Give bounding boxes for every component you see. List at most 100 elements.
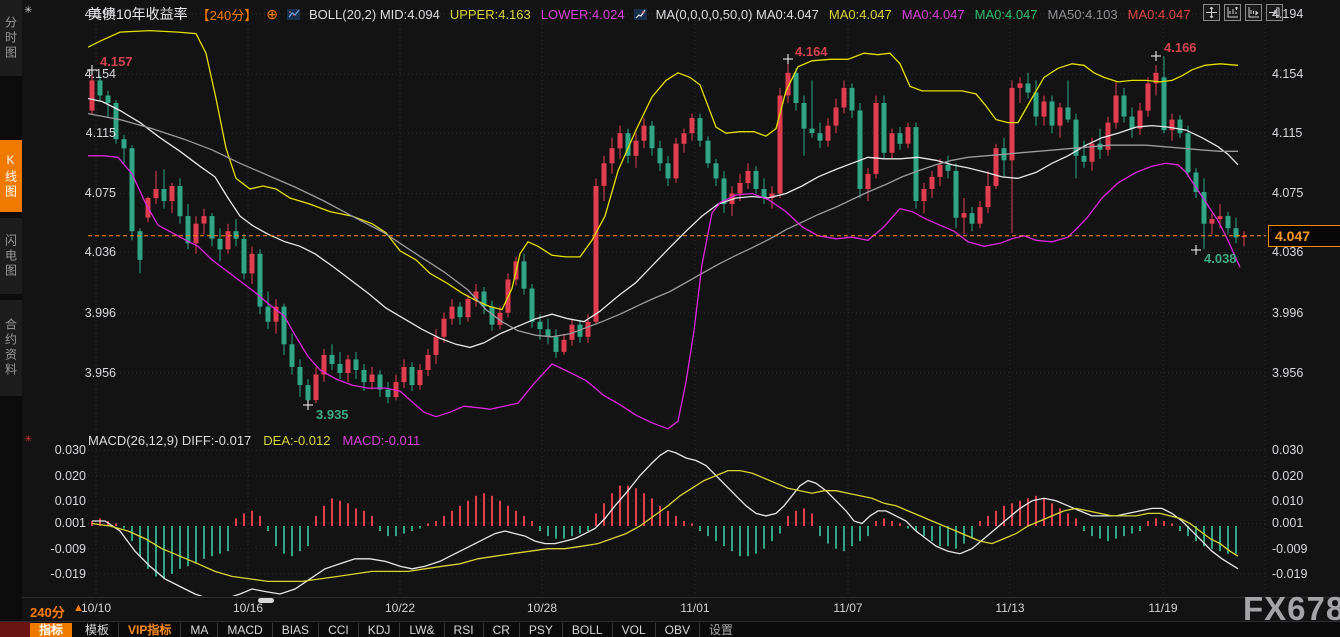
window-controls (1203, 4, 1283, 21)
candle-body (698, 118, 703, 141)
candle-body (1138, 111, 1143, 129)
candle-body (354, 359, 359, 370)
toolbar-item-CR[interactable]: CR (484, 623, 520, 637)
candle-body (370, 375, 375, 383)
macd-axis-label-right: -0.009 (1272, 542, 1307, 556)
candle-body (226, 231, 231, 249)
candle-body (914, 127, 919, 201)
toolbar-item-PSY[interactable]: PSY (520, 623, 563, 637)
candle-body (266, 307, 271, 322)
toolbar-item-VIP指标[interactable]: VIP指标 (119, 623, 181, 637)
toolbar-logo-block (0, 622, 30, 637)
toolbar-item-KDJ[interactable]: KDJ (359, 623, 401, 637)
legend-value: MA0:4.047 (975, 7, 1038, 22)
candle-body (834, 108, 839, 126)
candle-body (810, 129, 815, 134)
x-axis-date-label: 10/16 (233, 601, 263, 615)
toolbar-item-VOL[interactable]: VOL (613, 623, 656, 637)
add-indicator-icon[interactable]: ⊕ (266, 8, 278, 20)
candle-body (1082, 156, 1087, 162)
candle-body (1066, 108, 1071, 120)
legend-value: BOLL(20,2) MID:4.094 (309, 7, 440, 22)
toolbar-item-OBV[interactable]: OBV (656, 623, 700, 637)
cross-marker-icon (303, 400, 313, 410)
chart-zoom-in-icon[interactable] (1224, 4, 1241, 21)
chart-play-icon[interactable] (1245, 4, 1262, 21)
candle-body (250, 254, 255, 274)
y-axis-label-left: 4.154 (76, 67, 116, 81)
y-axis-label-right: 4.075 (1272, 186, 1303, 200)
candle-body (1026, 83, 1031, 92)
macd-dea-line (92, 471, 1238, 582)
candle-body (418, 370, 423, 385)
toolbar-item-指标[interactable]: 指标 (30, 623, 72, 637)
candle-body (994, 148, 999, 186)
candle-body (706, 141, 711, 164)
candle-body (1226, 216, 1231, 228)
candle-body (850, 88, 855, 111)
macd-axis-label-right: 0.001 (1272, 516, 1303, 530)
sidebar-tab-flash-chart[interactable]: 闪电图 (0, 218, 22, 294)
toolbar-item-MACD[interactable]: MACD (218, 623, 272, 637)
chart-canvas[interactable]: 4.1574.1644.1663.9354.038 (0, 0, 1340, 637)
ma-indicator-icon (634, 8, 647, 21)
toolbar-item-模板[interactable]: 模板 (76, 623, 119, 637)
y-axis-label-left: 4.194 (76, 7, 116, 21)
toolbar-item-RSI[interactable]: RSI (445, 623, 484, 637)
candle-body (1010, 88, 1015, 160)
macd-axis-label-left: 0.010 (36, 494, 86, 508)
candle-body (586, 322, 591, 337)
candle-body (690, 118, 695, 133)
main-panel-settings-icon[interactable]: ✳ (24, 5, 32, 16)
candle-body (658, 148, 663, 163)
toolbar-item-BIAS[interactable]: BIAS (273, 623, 319, 637)
candle-body (890, 133, 895, 153)
toolbar-item-LW&[interactable]: LW& (400, 623, 444, 637)
candle-body (778, 96, 783, 194)
candle-body (738, 183, 743, 194)
candle-body (794, 73, 799, 103)
candle-body (1042, 102, 1047, 117)
candle-body (458, 307, 463, 318)
sidebar-tab-time-chart[interactable]: 分时图 (0, 0, 22, 76)
candle-body (314, 375, 319, 401)
cross-marker-icon (1191, 245, 1201, 255)
candle-body (754, 171, 759, 189)
candle-body (1122, 96, 1127, 117)
candle-body (1114, 96, 1119, 123)
footer-period-button[interactable]: 240分 (30, 602, 65, 621)
y-axis-label-right: 3.996 (1272, 306, 1303, 320)
candle-body (154, 189, 159, 198)
cross-marker-icon (1151, 51, 1161, 61)
toolbar-item-MA[interactable]: MA (181, 623, 218, 637)
candle-body (610, 148, 615, 163)
crosshair-move-icon[interactable] (1203, 4, 1220, 21)
macd-axis-label-left: 0.020 (36, 469, 86, 483)
x-axis-date-label: 10/10 (81, 601, 111, 615)
candle-body (962, 213, 967, 218)
toolbar-item-BOLL[interactable]: BOLL (563, 623, 613, 637)
candle-body (1186, 133, 1191, 172)
y-axis-label-right: 4.154 (1272, 67, 1303, 81)
macd-panel-settings-icon[interactable]: ✳ (24, 434, 32, 445)
candle-body (922, 189, 927, 201)
candle-body (930, 177, 935, 189)
x-axis-date-label: 10/22 (385, 601, 415, 615)
macd-axis-label-left: 0.030 (36, 443, 86, 457)
candle-body (906, 127, 911, 144)
candle-body (122, 139, 127, 148)
macd-diff-line (92, 450, 1238, 599)
candle-body (898, 133, 903, 144)
toolbar-item-设置[interactable]: 设置 (700, 623, 742, 637)
toolbar-item-CCI[interactable]: CCI (319, 623, 359, 637)
sidebar-tab-contract-info[interactable]: 合约资料 (0, 300, 22, 396)
candle-body (946, 165, 951, 171)
x-axis-date-label: 11/07 (833, 601, 862, 615)
macd-axis-label-right: 0.030 (1272, 443, 1303, 457)
macd-axis-label-right: 0.010 (1272, 494, 1303, 508)
sidebar-tab-kline-chart[interactable]: K线图 (0, 140, 22, 212)
y-axis-label-left: 4.115 (76, 126, 116, 140)
macd-legend-value: MACD:-0.011 (342, 433, 420, 448)
x-axis-date-label: 11/13 (995, 601, 1024, 615)
candle-body (106, 96, 111, 104)
